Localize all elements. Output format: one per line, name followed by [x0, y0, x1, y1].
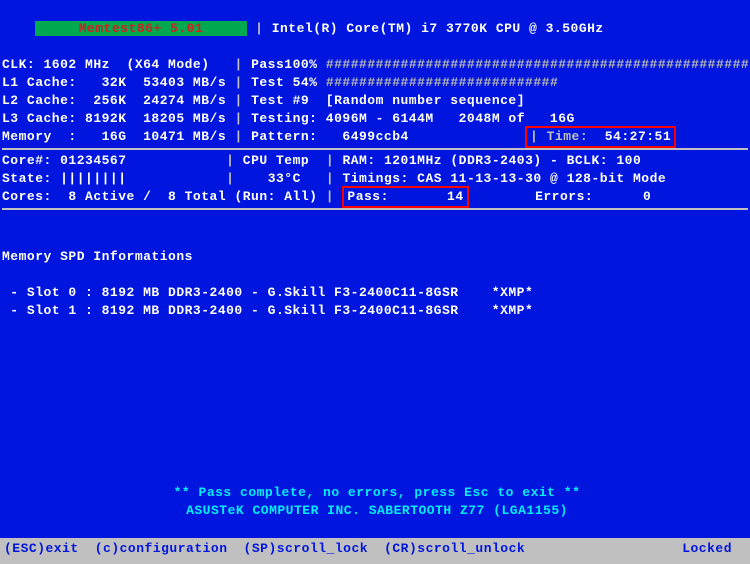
ram-info: RAM: 1201MHz (DDR3-2403) - BCLK: 100	[342, 153, 641, 168]
run-mode: (Run: All)	[234, 189, 317, 204]
cpu-temp-label: CPU Temp	[243, 153, 309, 168]
divider	[2, 208, 748, 210]
core-ids: Core#: 01234567	[2, 153, 127, 168]
time-highlight: | Time: 54:27:51	[525, 126, 676, 148]
test-bar: ############################	[326, 75, 558, 90]
motherboard-info: ASUSTeK COMPUTER INC. SABERTOOTH Z77 (LG…	[2, 502, 750, 520]
cpu-model: Intel(R) Core(TM) i7 3770K CPU @ 3.50GHz	[272, 21, 604, 36]
pass-complete-msg: ** Pass complete, no errors, press Esc t…	[2, 484, 750, 502]
pattern: Pattern: 6499ccb4	[251, 129, 409, 144]
testing-range: Testing: 4096M - 6144M 2048M of 16G	[251, 111, 575, 126]
memory-line: Memory : 16G 10471 MB/s	[2, 129, 226, 144]
spd-title: Memory SPD Informations	[2, 248, 748, 266]
c-configuration[interactable]: (c)configuration	[95, 540, 228, 558]
timings: Timings: CAS 11-13-13-30 @ 128-bit Mode	[342, 171, 666, 186]
clk-line: CLK: 1602 MHz (X64 Mode)	[2, 57, 210, 72]
test-percent: Test 54%	[251, 75, 317, 90]
elapsed-time: 54:27:51	[605, 129, 671, 144]
cpu-temp-value: 33°C	[268, 171, 301, 186]
pass-highlight: Pass: 14	[342, 186, 468, 208]
l3-cache: L3 Cache: 8192K 18205 MB/s	[2, 111, 226, 126]
esc-exit[interactable]: (ESC)exit	[4, 540, 79, 558]
pass-percent: Pass100%	[251, 57, 317, 72]
cores-active: Cores: 8 Active / 8 Total	[2, 189, 226, 204]
sp-scroll-lock[interactable]: (SP)scroll_lock	[244, 540, 369, 558]
divider	[2, 148, 748, 150]
state-line: State: ||||||||	[2, 171, 127, 186]
errors-value: 0	[643, 189, 651, 204]
footer-bar: (ESC)exit (c)configuration (SP)scroll_lo…	[0, 538, 750, 564]
spd-slot-1: - Slot 1 : 8192 MB DDR3-2400 - G.Skill F…	[2, 302, 748, 320]
l1-cache: L1 Cache: 32K 53403 MB/s	[2, 75, 226, 90]
pass-count: 14	[447, 189, 464, 204]
pass-bar: ########################################…	[326, 57, 749, 72]
errors-label: Errors:	[535, 189, 593, 204]
app-title: Memtest86+ 5.01	[35, 21, 247, 36]
l2-cache: L2 Cache: 256K 24274 MB/s	[2, 93, 226, 108]
cr-scroll-unlock[interactable]: (CR)scroll_unlock	[384, 540, 525, 558]
locked-indicator: Locked	[682, 540, 732, 558]
spd-slot-0: - Slot 0 : 8192 MB DDR3-2400 - G.Skill F…	[2, 284, 748, 302]
test-number: Test #9 [Random number sequence]	[251, 93, 525, 108]
